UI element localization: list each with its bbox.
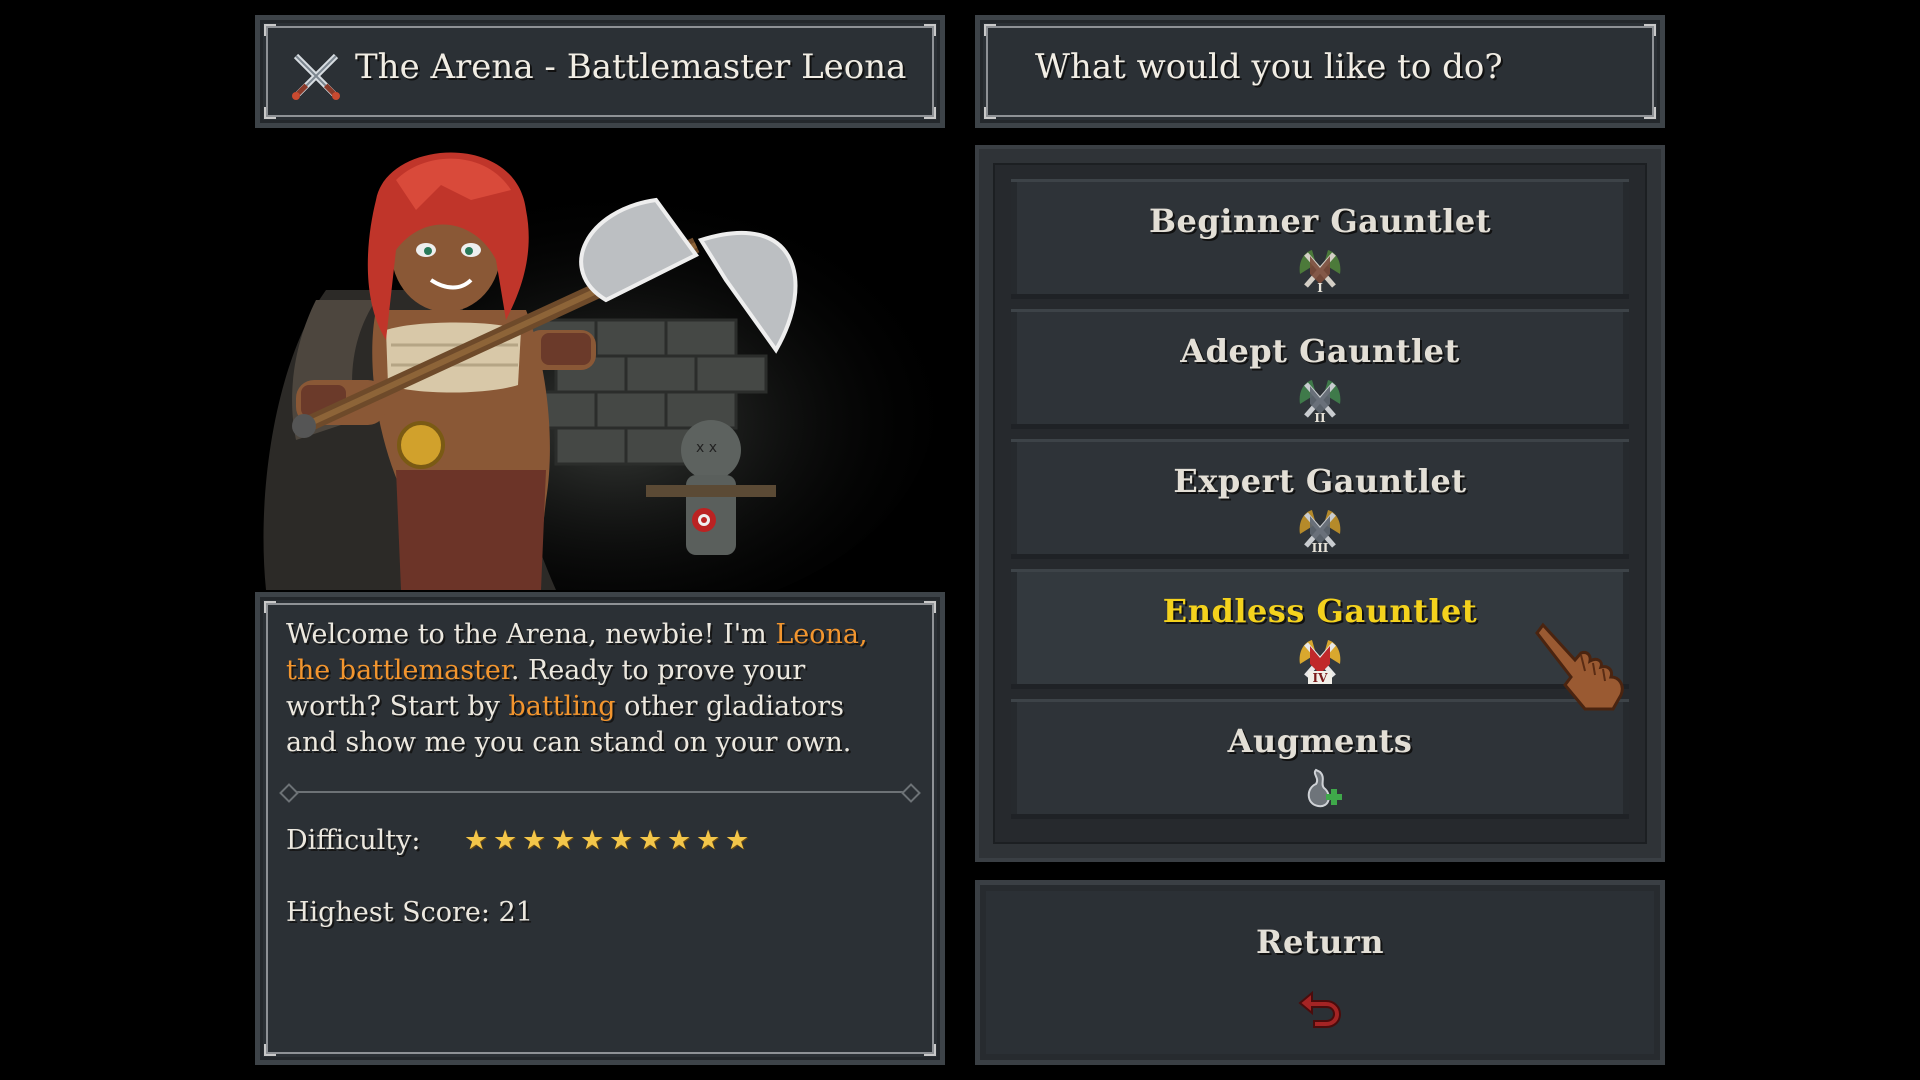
difficulty-stars: ★ ★ ★ ★ ★ ★ ★ ★ ★ ★ [464,827,754,855]
svg-text:I: I [1317,281,1323,295]
svg-text:IV: IV [1313,671,1329,685]
difficulty-star-icon: ★ [609,825,634,856]
gauntlet-rank-3-icon: III [1299,510,1341,555]
menu-label: Augments [1227,722,1413,760]
difficulty-star-icon: ★ [493,825,518,856]
dialog-text: Welcome to the Arena, newbie! I'm Leona,… [286,617,886,761]
return-button[interactable]: Return [975,880,1665,1065]
menu-label: Expert Gauntlet [1173,462,1467,500]
difficulty-star-icon: ★ [464,825,489,856]
augments-button[interactable]: Augments [1011,699,1629,819]
battlemaster-leona-portrait: x x [263,152,936,590]
gauntlet-menu: Beginner Gauntlet I Adept Gauntlet II Ex… [975,145,1665,862]
prompt-text: What would you like to do? [1035,47,1503,87]
gauntlet-rank-4-icon: IV [1299,640,1341,685]
svg-text:x x: x x [696,440,717,456]
location-title-panel: The Arena - Battlemaster Leona [255,15,945,128]
difficulty-star-icon: ★ [551,825,576,856]
difficulty-star-icon: ★ [696,825,721,856]
menu-label: Adept Gauntlet [1180,332,1460,370]
adept-gauntlet-button[interactable]: Adept Gauntlet II [1011,309,1629,429]
augment-flask-plus-icon [1307,768,1342,808]
difficulty-row: Difficulty: ★ ★ ★ ★ ★ ★ ★ ★ ★ ★ [286,825,749,856]
difficulty-star-icon: ★ [580,825,605,856]
pointing-hand-cursor-icon [1535,622,1624,711]
svg-text:II: II [1314,411,1326,425]
dialog-divider [286,791,914,793]
gauntlet-rank-2-icon: II [1299,380,1341,425]
difficulty-star-icon: ★ [638,825,663,856]
location-title: The Arena - Battlemaster Leona [355,47,907,87]
difficulty-star-icon: ★ [667,825,692,856]
svg-text:III: III [1312,541,1329,555]
return-label: Return [1255,923,1385,961]
menu-label: Beginner Gauntlet [1149,202,1491,240]
difficulty-star-icon: ★ [522,825,547,856]
dialog-highlight-battling: battling [508,691,616,722]
crossed-swords-icon [292,53,340,100]
dialog-panel: Welcome to the Arena, newbie! I'm Leona,… [255,592,945,1065]
difficulty-label: Difficulty: [286,825,421,856]
prompt-panel: What would you like to do? [975,15,1665,128]
difficulty-star-icon: ★ [725,825,750,856]
highest-score: Highest Score: 21 [286,897,533,928]
expert-gauntlet-button[interactable]: Expert Gauntlet III [1011,439,1629,559]
beginner-gauntlet-button[interactable]: Beginner Gauntlet I [1011,179,1629,299]
dialog-part-1: Welcome to the Arena, newbie! I'm [286,619,776,650]
return-arrow-icon [1298,990,1342,1028]
gauntlet-rank-1-icon: I [1299,250,1341,295]
